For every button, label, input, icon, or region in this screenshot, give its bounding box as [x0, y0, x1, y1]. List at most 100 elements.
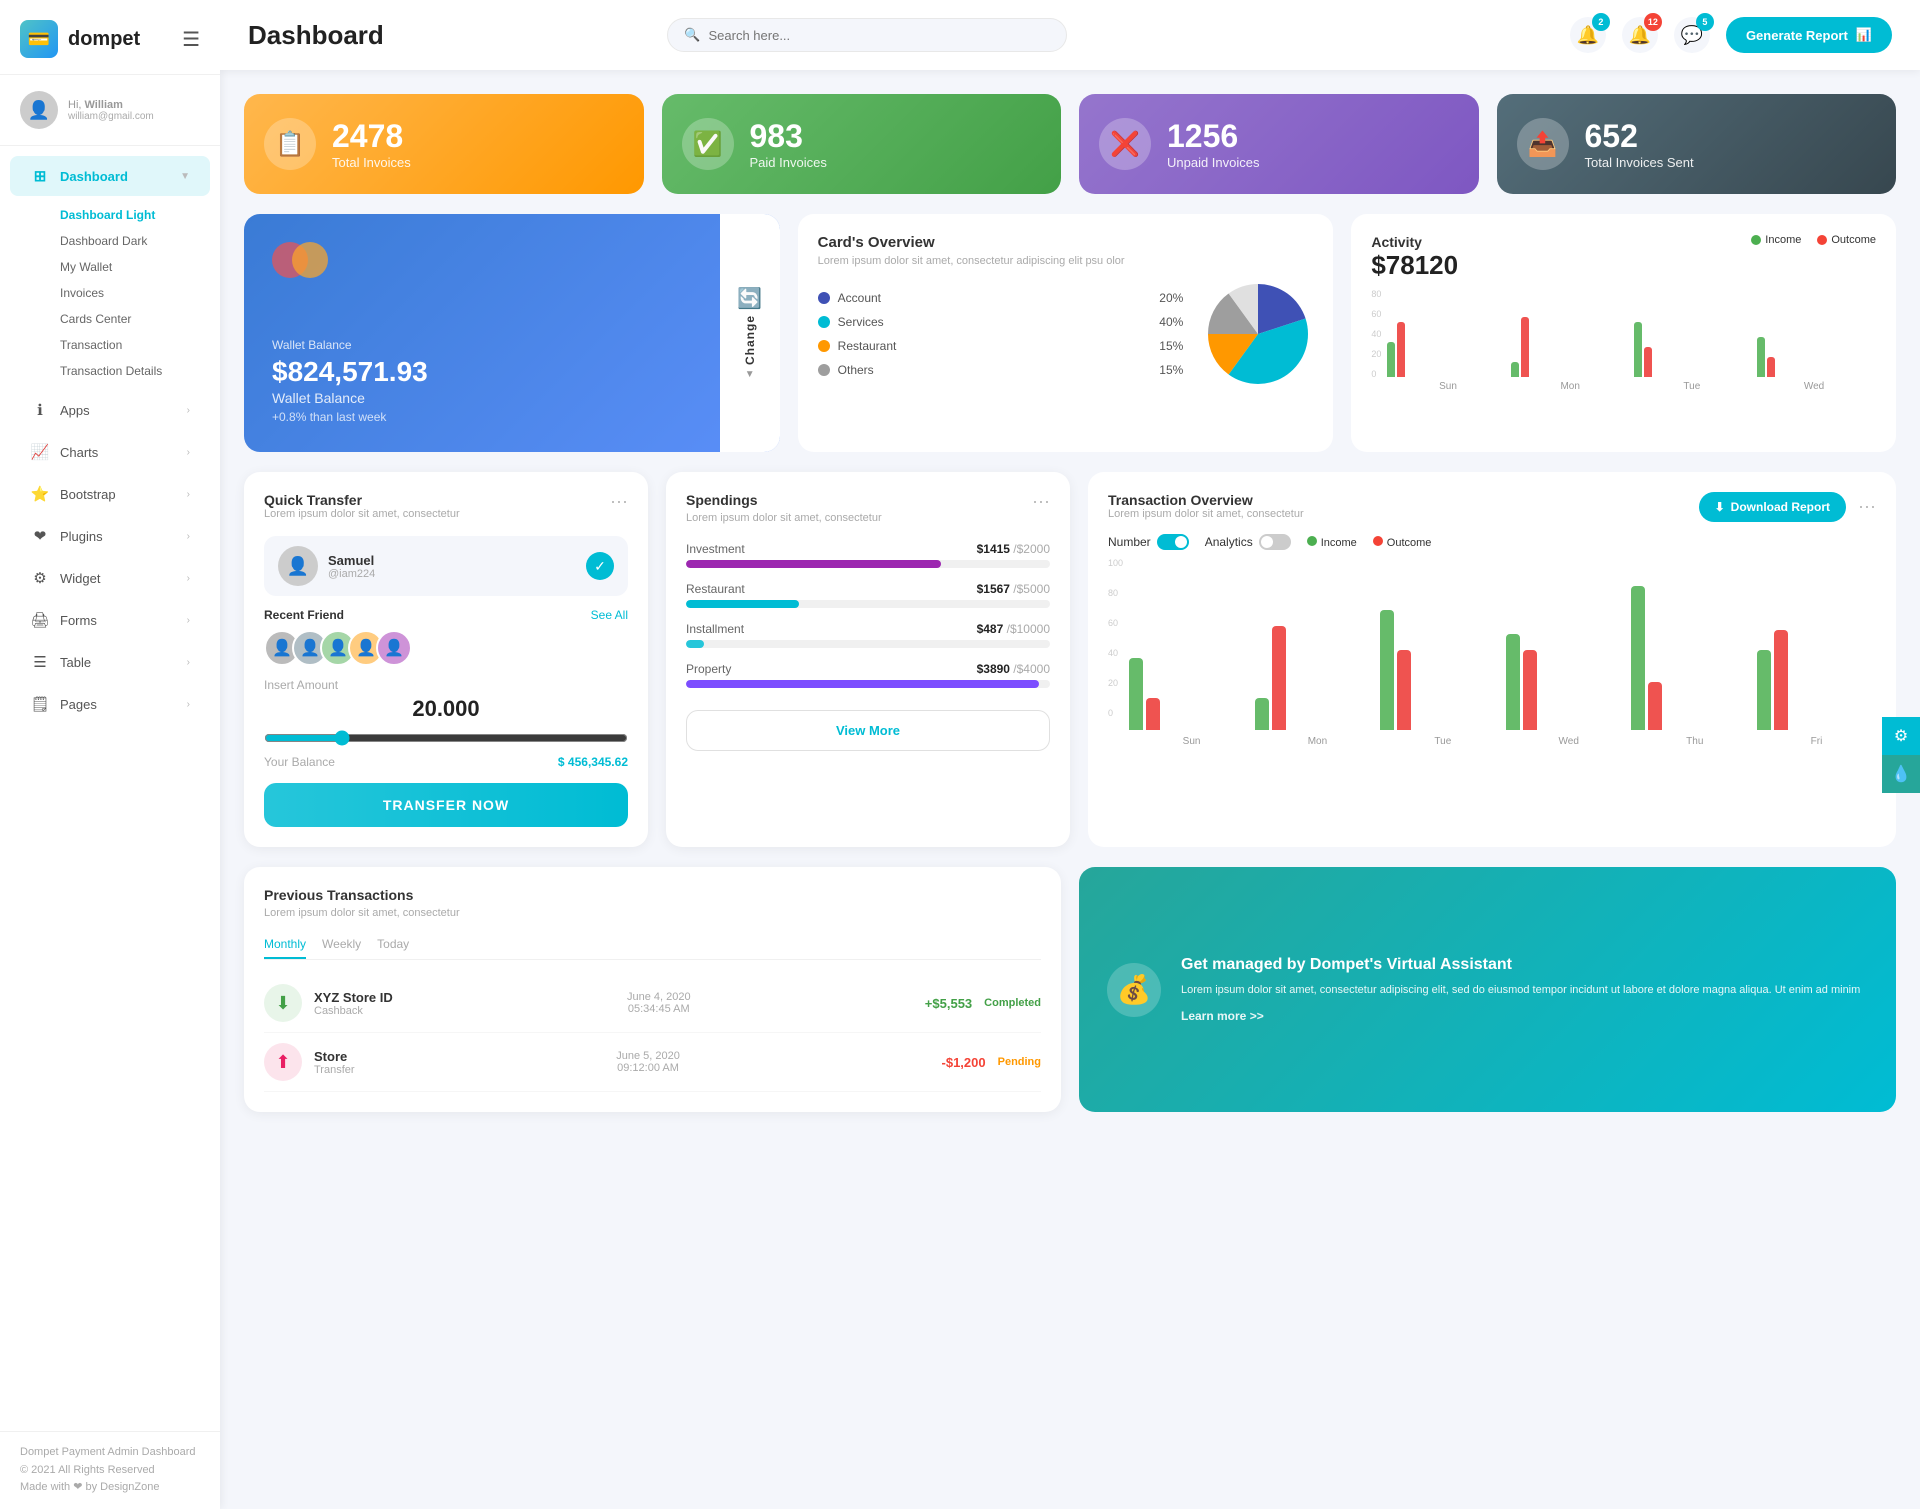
logo-icon: 💳 — [20, 20, 58, 58]
wallet-balance-name: Wallet Balance — [272, 390, 692, 406]
transaction-chart-container: 100806040200 — [1108, 558, 1876, 747]
sidebar-item-bootstrap[interactable]: ⭐ Bootstrap › — [10, 474, 210, 514]
sidebar-item-charts[interactable]: 📈 Charts › — [10, 432, 210, 472]
transaction-sub-1: Cashback — [314, 1005, 393, 1017]
mastercard-orange-circle — [292, 242, 328, 278]
sidebar-item-dashboard-light[interactable]: Dashboard Light — [50, 202, 220, 228]
transaction-item-1: ⬇ XYZ Store ID Cashback June 4, 2020 05:… — [264, 974, 1041, 1033]
outcome-bar-tue — [1397, 650, 1411, 730]
sidebar-item-plugins[interactable]: ❤ Plugins › — [10, 516, 210, 556]
sidebar-navigation: ⊞ Dashboard ▼ Dashboard Light Dashboard … — [0, 146, 220, 1431]
amount-slider-wrap[interactable] — [264, 730, 628, 749]
balance-amount: $ 456,345.62 — [558, 755, 628, 769]
unpaid-invoices-icon: ❌ — [1099, 118, 1151, 170]
transaction-date-2: June 5, 2020 09:12:00 AM — [367, 1050, 930, 1074]
spendings-menu-button[interactable]: ⋯ — [1032, 492, 1050, 513]
stat-card-unpaid-invoices: ❌ 1256 Unpaid Invoices — [1079, 94, 1479, 194]
quick-transfer-title-group: Quick Transfer Lorem ipsum dolor sit ame… — [264, 492, 460, 532]
settings-side-button[interactable]: ⚙ — [1882, 717, 1920, 755]
bar-chart — [1387, 297, 1876, 377]
sidebar-item-table[interactable]: ☰ Table › — [10, 642, 210, 682]
chevron-down-icon: ▼ — [180, 171, 190, 182]
sidebar-item-dashboard[interactable]: ⊞ Dashboard ▼ — [10, 156, 210, 196]
paid-invoices-icon: ✅ — [682, 118, 734, 170]
y-axis-labels: 806040200 — [1371, 289, 1381, 379]
bell-icon-btn[interactable]: 🔔 12 — [1622, 17, 1658, 53]
virtual-assistant-title: Get managed by Dompet's Virtual Assistan… — [1181, 956, 1860, 974]
message-icon-btn[interactable]: 💬 5 — [1674, 17, 1710, 53]
previous-transactions-subtitle: Lorem ipsum dolor sit amet, consectetur — [264, 907, 1041, 919]
spendings-title: Spendings — [686, 492, 882, 508]
transaction-name-2: Store — [314, 1049, 355, 1064]
amount-display: 20.000 — [264, 696, 628, 722]
sidebar-item-forms[interactable]: 🖨 Forms › — [10, 600, 210, 640]
number-toggle[interactable] — [1157, 534, 1189, 550]
transaction-overview-toggles: Number Analytics Income Outcome — [1108, 534, 1876, 550]
last-row: Previous Transactions Lorem ipsum dolor … — [244, 867, 1896, 1112]
recent-friends-row: Recent Friend See All — [264, 608, 628, 622]
transaction-overview-title: Transaction Overview — [1108, 492, 1304, 508]
previous-transactions-card: Previous Transactions Lorem ipsum dolor … — [244, 867, 1061, 1112]
search-input[interactable] — [709, 28, 1051, 43]
spending-label-installment: Installment — [686, 622, 744, 636]
quick-transfer-menu-button[interactable]: ⋯ — [610, 492, 628, 513]
sidebar-item-dashboard-dark[interactable]: Dashboard Dark — [50, 228, 220, 254]
chevron-right-icon: › — [187, 573, 190, 584]
contact-info: Samuel @iam224 — [328, 553, 375, 580]
see-all-link[interactable]: See All — [591, 608, 628, 622]
virtual-assistant-learn-more-link[interactable]: Learn more >> — [1181, 1009, 1264, 1023]
legend-item-account: Account 20% — [818, 286, 1184, 310]
notification-badge: 2 — [1592, 13, 1610, 31]
transaction-overview-controls: ⬇ Download Report ⋯ — [1699, 492, 1876, 522]
chevron-right-icon: › — [187, 657, 190, 668]
wallet-balance-label: Wallet Balance — [272, 338, 692, 352]
total-invoices-label: Total Invoices — [332, 155, 411, 170]
transaction-info-1: XYZ Store ID Cashback — [314, 990, 393, 1017]
outcome-bar-sun — [1397, 322, 1405, 377]
chevron-right-icon: › — [187, 447, 190, 458]
tab-weekly[interactable]: Weekly — [322, 931, 361, 959]
hamburger-button[interactable]: ☰ — [182, 27, 200, 52]
sidebar-item-label: Widget — [60, 571, 100, 586]
transfer-now-button[interactable]: TRANSFER NOW — [264, 783, 628, 827]
footer-copyright: © 2021 All Rights Reserved — [20, 1462, 200, 1480]
tab-today[interactable]: Today — [377, 931, 409, 959]
bootstrap-icon: ⭐ — [30, 484, 50, 504]
transaction-overview-menu-button[interactable]: ⋯ — [1858, 497, 1876, 518]
sidebar-item-transaction-details[interactable]: Transaction Details — [50, 358, 220, 384]
search-box[interactable]: 🔍 — [667, 18, 1067, 52]
sidebar-item-transaction[interactable]: Transaction — [50, 332, 220, 358]
transaction-name-1: XYZ Store ID — [314, 990, 393, 1005]
amount-slider[interactable] — [264, 730, 628, 746]
bell-badge: 12 — [1644, 13, 1662, 31]
stat-card-total-invoices: 📋 2478 Total Invoices — [244, 94, 644, 194]
bar-group-sun — [1387, 322, 1506, 377]
tab-monthly[interactable]: Monthly — [264, 931, 306, 959]
sidebar-item-my-wallet[interactable]: My Wallet — [50, 254, 220, 280]
analytics-toggle[interactable] — [1259, 534, 1291, 550]
sidebar-item-invoices[interactable]: Invoices — [50, 280, 220, 306]
notification-icon-btn[interactable]: 🔔 2 — [1570, 17, 1606, 53]
income-bar-sun — [1129, 658, 1143, 730]
wallet-change-label: Change — [743, 315, 757, 365]
contact-name: Samuel — [328, 553, 375, 568]
transaction-item-2: ⬆ Store Transfer June 5, 2020 09:12:00 A… — [264, 1033, 1041, 1092]
view-more-button[interactable]: View More — [686, 710, 1050, 751]
activity-amount: $78120 — [1371, 250, 1458, 281]
spending-amount-property: $3890 /$4000 — [977, 662, 1050, 676]
sidebar-item-widget[interactable]: ⚙ Widget › — [10, 558, 210, 598]
wallet-change-button[interactable]: 🔄 Change ▼ — [720, 214, 780, 452]
progress-fill-investment — [686, 560, 941, 568]
download-report-button[interactable]: ⬇ Download Report — [1699, 492, 1846, 522]
sidebar-item-pages[interactable]: 🗒 Pages › — [10, 684, 210, 724]
virtual-assistant-card: 💰 Get managed by Dompet's Virtual Assist… — [1079, 867, 1896, 1112]
spendings-subtitle: Lorem ipsum dolor sit amet, consectetur — [686, 512, 882, 524]
generate-report-button[interactable]: Generate Report 📊 — [1726, 17, 1892, 53]
sidebar-item-cards-center[interactable]: Cards Center — [50, 306, 220, 332]
transaction-overview-subtitle: Lorem ipsum dolor sit amet, consectetur — [1108, 508, 1304, 520]
progress-fill-restaurant — [686, 600, 799, 608]
legend-item-services: Services 40% — [818, 310, 1184, 334]
outcome-bar-tue — [1644, 347, 1652, 377]
water-side-button[interactable]: 💧 — [1882, 755, 1920, 793]
sidebar-item-apps[interactable]: ℹ Apps › — [10, 390, 210, 430]
